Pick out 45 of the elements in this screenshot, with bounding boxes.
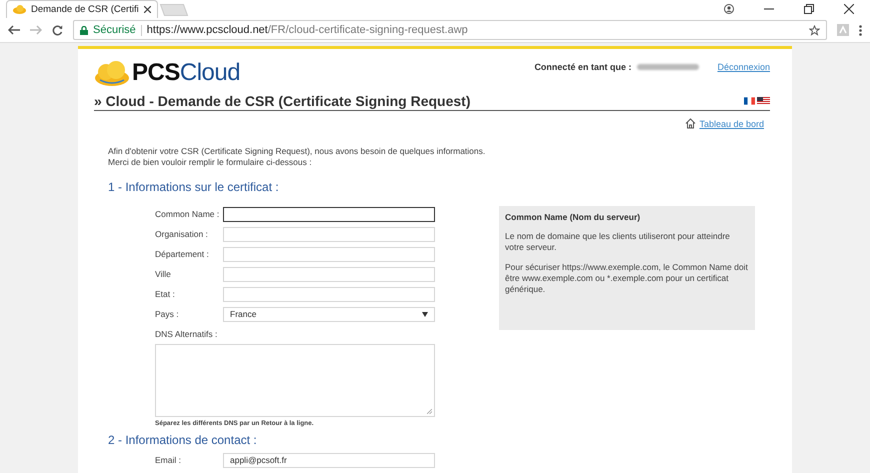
logo-text: PCSCloud [132, 59, 240, 87]
close-icon[interactable] [144, 6, 151, 13]
field-label: Common Name : [155, 209, 220, 219]
address-bar[interactable]: Sécurisé https://www.pcscloud.net/FR/cloud-certificate-signing-request.awp [73, 20, 827, 40]
page-title: » Cloud - Demande de CSR (Certificate Signing Request) [94, 93, 470, 109]
padlock-icon [80, 26, 88, 34]
secure-label: Sécurisé [93, 24, 136, 36]
restore-icon[interactable] [804, 4, 814, 14]
field-label: Département : [155, 249, 210, 259]
tab-title: Demande de CSR (Certifi [31, 4, 139, 15]
cloud-logo-icon [94, 60, 130, 86]
country-select[interactable]: France [223, 306, 435, 322]
logout-link[interactable]: Déconnexion [717, 62, 770, 72]
cloud-icon [13, 5, 26, 14]
field-label: Ville [155, 269, 172, 279]
french-flag-icon[interactable] [744, 97, 755, 105]
connected-label: Connecté en tant que : [534, 62, 632, 72]
dashboard-link[interactable]: Tableau de bord [699, 118, 764, 128]
input-field[interactable]: appli@pcsoft.fr [223, 452, 435, 468]
reload-icon[interactable] [52, 24, 63, 36]
help-text: Pour sécuriser https://www.exemple.com, le Common Name doit être www.exemple.com ou *.exemple.com pour un certificat générique. [505, 262, 749, 295]
field-label: Email : [155, 455, 182, 465]
us-flag-icon[interactable] [757, 97, 770, 105]
resize-handle-icon[interactable] [427, 409, 432, 414]
url-text: https://www.pcscloud.net/FR/cloud-certificate-signing-request.awp [146, 24, 468, 36]
field-label: Etat : [155, 289, 176, 299]
help-title: Common Name (Nom du serveur) [505, 212, 642, 222]
intro-text: Afin d'obtenir votre CSR (Certificate Signing Request), nous avons besoin de quelques informations. [108, 146, 486, 157]
field-label: Organisation : [155, 229, 209, 239]
star-icon[interactable] [809, 24, 820, 36]
field-label: DNS Alternatifs : [155, 329, 218, 339]
home-icon[interactable] [685, 118, 696, 129]
redacted-username [637, 64, 700, 70]
section-heading: 2 - Informations de contact : [108, 433, 258, 447]
menu-icon[interactable] [859, 24, 862, 36]
input-field[interactable] [223, 206, 435, 222]
field-label: Pays : [155, 309, 180, 319]
account-icon[interactable] [724, 4, 734, 14]
intro-text: Merci de bien vouloir remplir le formulaire ci-dessous : [108, 157, 313, 168]
section-heading: 1 - Informations sur le certificat : [108, 180, 280, 194]
close-icon[interactable] [844, 4, 854, 14]
browser-tab[interactable]: Demande de CSR (Certifi [6, 0, 158, 18]
caret-icon [422, 312, 428, 316]
help-text: Le nom de domaine que les clients utiliseront pour atteindre votre serveur. [505, 231, 731, 253]
back-arrow-icon[interactable] [8, 25, 20, 35]
